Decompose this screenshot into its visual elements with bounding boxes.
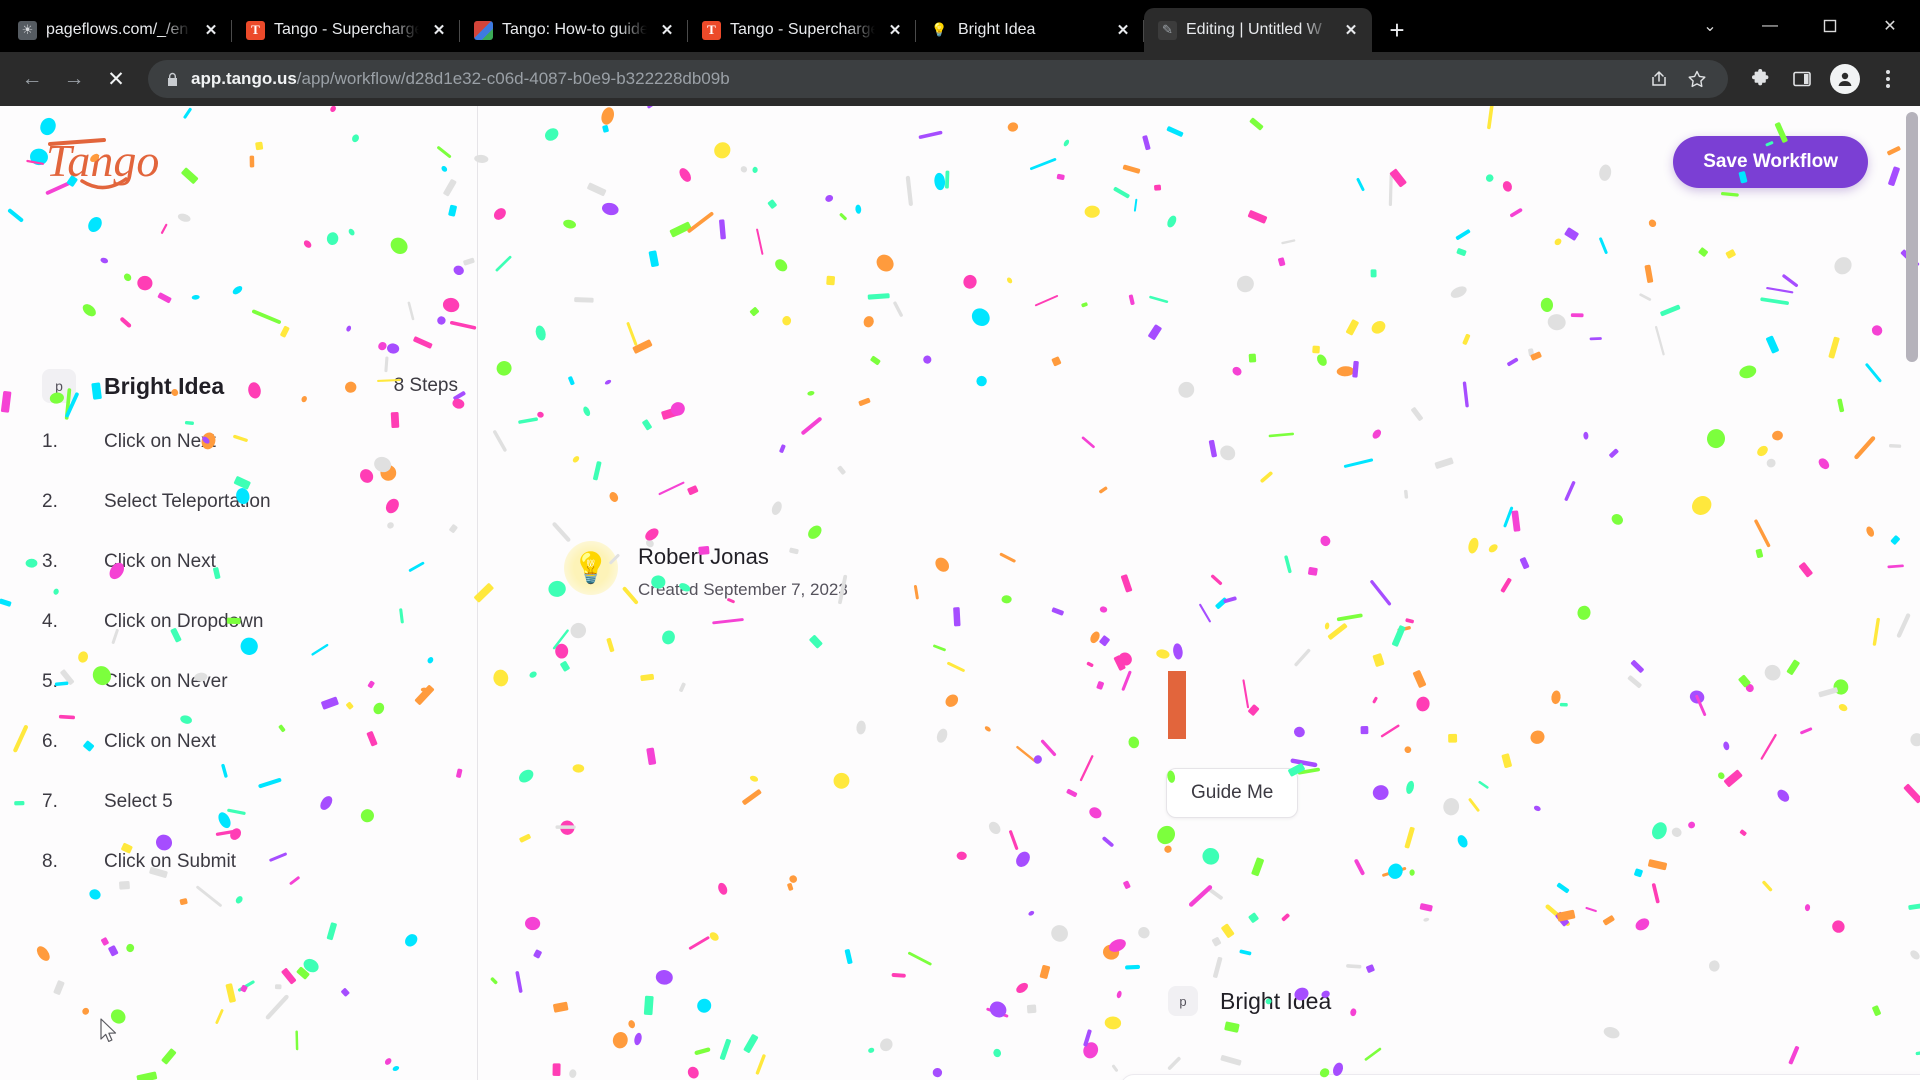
step-label: Click on Dropdown	[104, 611, 264, 632]
tab-close-icon[interactable]: ✕	[656, 19, 678, 41]
browser-tab-6-active[interactable]: ✎ Editing | Untitled W ✕	[1144, 8, 1372, 52]
sidebar-step-item[interactable]: 6. Click on Next	[42, 731, 458, 791]
close-icon[interactable]: ✕	[1860, 6, 1920, 46]
workflow-badge: p	[42, 369, 76, 403]
author-text: Robert Jonas Created September 7, 2023	[638, 541, 848, 600]
tab-title: Bright Idea	[958, 21, 1036, 38]
browser-toolbar: ← → ✕ app.tango.us/app/workflow/d28d1e32…	[0, 52, 1920, 106]
svg-text:Tango: Tango	[46, 135, 159, 186]
tango-logo[interactable]: Tango	[42, 131, 222, 193]
forward-icon[interactable]: →	[54, 59, 94, 99]
sidebar-step-item[interactable]: 2. Select Teleportation	[42, 491, 458, 551]
bookmark-star-icon[interactable]	[1680, 62, 1714, 96]
tango-icon: T	[246, 20, 265, 40]
maximize-icon[interactable]	[1800, 6, 1860, 46]
url-text: app.tango.us/app/workflow/d28d1e32-c06d-…	[191, 69, 730, 89]
tab-close-icon[interactable]: ✕	[200, 19, 222, 41]
step-label: Click on Next	[104, 551, 216, 572]
step-number: 6.	[42, 731, 58, 752]
workflow-title: Bright Idea	[104, 372, 225, 399]
profile-avatar-icon[interactable]	[1830, 64, 1860, 94]
mouse-cursor	[100, 1018, 120, 1051]
sidebar-step-item[interactable]: 1. Click on Next	[42, 431, 458, 491]
url-domain: app.tango.us	[191, 69, 297, 88]
step-label: Select 5	[104, 791, 173, 812]
document-icon	[474, 20, 493, 40]
tab-close-icon[interactable]: ✕	[428, 19, 450, 41]
browser-window: ☀ pageflows.com/_/en ✕ T Tango - Superch…	[0, 0, 1920, 1080]
tab-close-icon[interactable]: ✕	[884, 19, 906, 41]
sidebar-step-item[interactable]: 5. Click on Never	[42, 671, 458, 731]
tab-strip: ☀ pageflows.com/_/en ✕ T Tango - Superch…	[0, 0, 1680, 52]
sidebar-step-item[interactable]: 3. Click on Next	[42, 551, 458, 611]
save-workflow-button[interactable]: Save Workflow	[1673, 136, 1868, 188]
globe-icon: ☀	[18, 20, 37, 40]
url-path: /app/workflow/d28d1e32-c06d-4087-b0e9-b3…	[296, 69, 730, 88]
sidebar-step-list: 1. Click on Next 2. Select Teleportation 3…	[42, 431, 458, 911]
step-label: Click on Submit	[104, 851, 236, 872]
sidebar-step-item[interactable]: 4. Click on Dropdown	[42, 611, 458, 671]
tab-close-icon[interactable]: ✕	[1340, 19, 1362, 41]
tab-close-icon[interactable]: ✕	[1112, 19, 1134, 41]
author-created-date: Created September 7, 2023	[638, 580, 848, 599]
step-number: 3.	[42, 551, 58, 572]
browser-tab-4[interactable]: T Tango - Supercharge ✕	[688, 8, 916, 52]
tab-title: Editing | Untitled W	[1186, 21, 1322, 38]
address-bar[interactable]: app.tango.us/app/workflow/d28d1e32-c06d-…	[148, 60, 1728, 98]
step-editor-card: Click on Next	[1120, 1074, 1920, 1080]
workflow-header: p Bright Idea 8 Steps	[42, 369, 458, 403]
minimize-icon[interactable]: —	[1740, 6, 1800, 46]
step-number: 1.	[42, 431, 58, 452]
chrome-menu-icon[interactable]	[1868, 59, 1908, 99]
section-header: p Bright Idea	[1168, 986, 1331, 1016]
lock-icon	[166, 72, 179, 87]
tab-title: Tango - Supercharge	[274, 21, 419, 38]
lightbulb-icon: 💡	[931, 22, 948, 37]
editing-icon: ✎	[1158, 20, 1177, 40]
browser-tab-3[interactable]: Tango: How-to guides ✕	[460, 8, 688, 52]
omnibox-actions	[1642, 62, 1714, 96]
browser-titlebar: ☀ pageflows.com/_/en ✕ T Tango - Superch…	[0, 0, 1920, 52]
tango-icon: T	[702, 20, 721, 40]
sidebar-step-item[interactable]: 7. Select 5	[42, 791, 458, 851]
author-block: 💡 Robert Jonas Created September 7, 2023	[564, 541, 848, 600]
section-badge: p	[1168, 986, 1198, 1016]
step-label: Click on Next	[104, 731, 216, 752]
workflow-sidebar: Tango p Bright Idea 8 Steps 1. Click on N…	[0, 106, 478, 1080]
workflow-main: Save Workflow 💡 Robert Jonas Created Sep…	[478, 106, 1920, 1080]
step-number: 4.	[42, 611, 58, 632]
avatar: 💡	[564, 541, 618, 595]
guide-me-button[interactable]: Guide Me	[1166, 768, 1299, 818]
new-tab-button[interactable]: +	[1380, 13, 1414, 47]
tab-title: pageflows.com/_/en	[46, 21, 189, 38]
tango-app-page: Tango p Bright Idea 8 Steps 1. Click on N…	[0, 106, 1920, 1080]
step-number: 2.	[42, 491, 58, 512]
tab-title: Tango: How-to guides	[502, 21, 647, 38]
section-title: Bright Idea	[1220, 987, 1332, 1014]
browser-tab-1[interactable]: ☀ pageflows.com/_/en ✕	[4, 8, 232, 52]
share-icon[interactable]	[1642, 62, 1676, 96]
extensions-puzzle-icon[interactable]	[1740, 59, 1780, 99]
tab-title: Tango - Supercharge	[730, 21, 875, 38]
browser-tab-5[interactable]: 💡 Bright Idea ✕	[916, 8, 1144, 52]
side-panel-icon[interactable]	[1782, 59, 1822, 99]
step-number: 8.	[42, 851, 58, 872]
orange-accent-bar	[1168, 671, 1186, 739]
step-label: Click on Next	[104, 431, 216, 452]
browser-tab-2[interactable]: T Tango - Supercharge ✕	[232, 8, 460, 52]
step-number: 7.	[42, 791, 58, 812]
workflow-steps-count: 8 Steps	[393, 375, 458, 396]
page-scrollbar[interactable]	[1906, 112, 1918, 362]
author-name: Robert Jonas	[638, 544, 769, 569]
sidebar-step-item[interactable]: 8. Click on Submit	[42, 851, 458, 911]
step-label: Select Teleportation	[104, 491, 271, 512]
stop-loading-icon[interactable]: ✕	[96, 59, 136, 99]
back-icon[interactable]: ←	[12, 59, 52, 99]
step-label: Click on Never	[104, 671, 228, 692]
step-number: 5.	[42, 671, 58, 692]
tab-search-chevron-icon[interactable]: ⌄	[1680, 6, 1740, 46]
window-controls: ⌄ — ✕	[1680, 0, 1920, 52]
